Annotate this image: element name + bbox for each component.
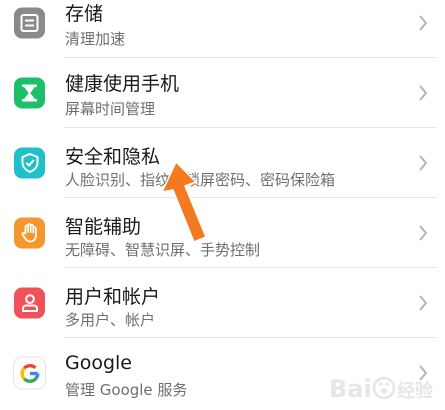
settings-item-subtitle: 清理加速 [65, 30, 126, 48]
user-icon [14, 287, 45, 319]
settings-item-subtitle: 管理 Google 服务 [65, 381, 188, 399]
chevron-right-icon [419, 225, 428, 241]
settings-item-title: 用户和帐户 [65, 286, 161, 308]
settings-item-digital-balance[interactable]: 健康使用手机 屏幕时间管理 [0, 58, 445, 128]
chevron-right-icon [419, 85, 428, 101]
settings-item-title: 智能辅助 [65, 216, 142, 238]
shield-check-icon [14, 147, 45, 179]
settings-item-title: 安全和隐私 [65, 146, 161, 168]
settings-item-subtitle: 多用户、帐户 [65, 311, 156, 329]
settings-item-security-privacy[interactable]: 安全和隐私 人脸识别、指纹、锁屏密码、密码保险箱 [0, 128, 445, 198]
svg-text:经验: 经验 [397, 380, 434, 402]
settings-item-storage[interactable]: 存储 清理加速 [0, 0, 445, 58]
svg-text:Bai: Bai [329, 375, 372, 403]
hourglass-icon [14, 77, 45, 109]
chevron-right-icon [419, 15, 428, 31]
hand-icon [14, 217, 45, 249]
google-icon [14, 357, 45, 389]
chevron-right-icon [419, 295, 428, 311]
settings-item-users-accounts[interactable]: 用户和帐户 多用户、帐户 [0, 268, 445, 338]
settings-item-title: 存储 [65, 3, 104, 25]
chevron-right-icon [419, 155, 428, 171]
settings-item-subtitle: 屏幕时间管理 [65, 100, 156, 118]
settings-item-smart-assistance[interactable]: 智能辅助 无障碍、智慧识屏、手势控制 [0, 198, 445, 268]
baidu-watermark-logo: Bai 经验 [329, 375, 434, 403]
settings-item-title: 健康使用手机 [65, 73, 180, 95]
annotation-arrow-icon [161, 161, 207, 243]
settings-item-title: Google [65, 352, 133, 374]
storage-icon [14, 7, 45, 39]
